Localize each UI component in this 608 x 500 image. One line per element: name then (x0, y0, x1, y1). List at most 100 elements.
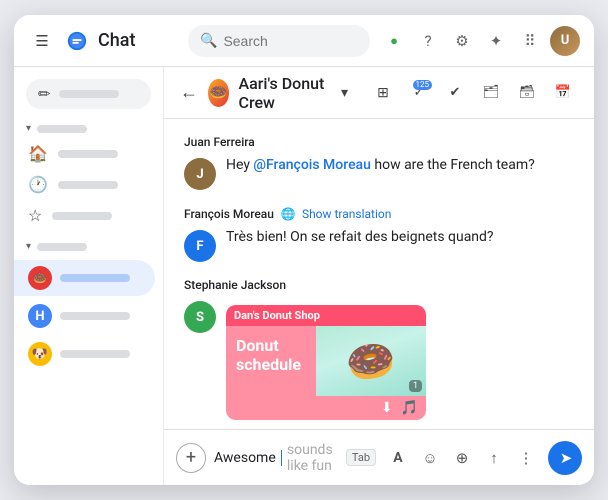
back-button[interactable]: ← (180, 82, 198, 103)
section-label-1 (37, 125, 87, 133)
translation-row: François Moreau 🌐 Show translation (184, 206, 574, 222)
message-row-juan: J Hey @François Moreau how are the Frenc… (184, 156, 574, 190)
avatar-francois: F (184, 230, 216, 262)
section-header-1[interactable]: ▾ (14, 119, 163, 138)
attach-file-button[interactable]: ⊕ (448, 444, 476, 472)
image-card-headline: Donut schedule (236, 336, 306, 374)
google-chat-logo (66, 30, 88, 52)
check-icon: ✔ (450, 85, 461, 100)
group-avatar: 🍩 (208, 79, 229, 107)
image-card-text-side: Donut schedule (226, 326, 316, 396)
chat-title-dropdown-icon[interactable]: ▾ (341, 85, 348, 101)
messages-area: Juan Ferreira J Hey @François Moreau how… (164, 119, 594, 429)
topbar: ☰ Chat 🔍 ● ? ⚙ ✦ (14, 15, 594, 67)
star-icon: ☆ (28, 206, 42, 225)
video-call-button[interactable]: ⊞ (368, 78, 398, 108)
image-card-header: Dan's Donut Shop (226, 305, 426, 326)
chat-list: 🍩 H 🐶 (14, 260, 163, 372)
format-text-button[interactable]: A (384, 444, 412, 472)
message-input-area[interactable]: Awesome sounds like fun Tab (214, 442, 376, 474)
chat-header: ← 🍩 Aari's Donut Crew ▾ ⊞ ✓ 125 ✔ (164, 67, 594, 119)
avatar-inner-francois: F (184, 230, 216, 262)
show-translation-link[interactable]: Show translation (302, 207, 391, 221)
msg-content-juan: Hey @François Moreau how are the French … (226, 156, 574, 176)
check-button[interactable]: ✔ (440, 78, 470, 108)
avatar-juan: J (184, 158, 216, 190)
compose-button[interactable]: ✏ (26, 79, 151, 109)
sidebar-nav-starred[interactable]: ☆ (14, 200, 155, 231)
sidebar-nav-recent[interactable]: 🕐 (14, 169, 155, 200)
msg-text-juan: Hey @François Moreau how are the French … (226, 156, 574, 176)
topbar-left: ☰ Chat (28, 27, 178, 55)
image-card-body: Donut schedule 🍩 1 (226, 326, 426, 396)
msg-text-after-mention: how are the French team? (371, 157, 535, 173)
sender-name-juan: Juan Ferreira (184, 135, 574, 149)
image-card-donut-side: 🍩 1 (316, 326, 426, 396)
image-card-download-icon[interactable]: ⬇ (381, 400, 393, 416)
msg-content-stephanie: Dan's Donut Shop Donut schedule 🍩 1 (226, 299, 574, 420)
avatar-inner-juan: J (184, 158, 216, 190)
send-icon: ➤ (560, 449, 573, 467)
chat-label-aari (60, 274, 130, 282)
emoji-button[interactable]: ☺ (416, 444, 444, 472)
section-header-2[interactable]: ▾ (14, 237, 163, 256)
folder-button[interactable]: 🗂 (476, 78, 506, 108)
avatar-stephanie: S (184, 301, 216, 333)
tasks-button[interactable]: ✓ 125 (404, 78, 434, 108)
chat-item-h[interactable]: H (14, 298, 155, 334)
archive-button[interactable]: 🗃 (512, 78, 542, 108)
sender-name-francois: François Moreau (184, 207, 274, 221)
search-input[interactable] (223, 33, 358, 49)
msg-text-before-mention: Hey (226, 157, 253, 173)
add-attachment-button[interactable]: + (176, 443, 206, 473)
calendar-button[interactable]: 📅 (548, 78, 578, 108)
search-bar[interactable]: 🔍 (188, 25, 370, 57)
help-button[interactable]: ? (414, 27, 442, 55)
header-action-icons: ⊞ ✓ 125 ✔ 🗂 🗃 📅 (368, 78, 578, 108)
hamburger-menu-button[interactable]: ☰ (28, 27, 56, 55)
tab-key-hint[interactable]: Tab (346, 449, 376, 466)
settings-button[interactable]: ⚙ (448, 27, 476, 55)
search-icon: 🔍 (200, 33, 217, 49)
sparkle-button[interactable]: ✦ (482, 27, 510, 55)
message-group-francois: François Moreau 🌐 Show translation F Trè… (184, 206, 574, 262)
sender-name-stephanie: Stephanie Jackson (184, 278, 574, 292)
message-row-stephanie: S Dan's Donut Shop Donut schedule (184, 299, 574, 420)
app-title: Chat (98, 30, 135, 51)
compose-icon: ✏ (38, 85, 51, 103)
message-cursor (281, 450, 282, 466)
section-label-2 (37, 243, 87, 251)
status-indicator[interactable]: ● (380, 27, 408, 55)
chat-item-aari[interactable]: 🍩 (14, 260, 155, 296)
image-card-badge: 1 (409, 380, 422, 392)
chat-title: Aari's Donut Crew (239, 74, 331, 112)
msg-content-francois: Très bien! On se refait des beignets qua… (226, 228, 574, 248)
clock-icon: 🕐 (28, 175, 48, 194)
topbar-icons: ● ? ⚙ ✦ ⠿ U (380, 26, 580, 56)
chat-item-dog[interactable]: 🐶 (14, 336, 155, 372)
msg-text-francois: Très bien! On se refait des beignets qua… (226, 228, 574, 248)
video-icon: ⊞ (377, 85, 389, 101)
archive-icon: 🗃 (519, 85, 536, 100)
format-text-icon: A (393, 450, 402, 466)
chat-area: ← 🍩 Aari's Donut Crew ▾ ⊞ ✓ 125 ✔ (164, 67, 594, 485)
apps-button[interactable]: ⠿ (516, 27, 544, 55)
image-card-mic-icon[interactable]: 🎵 (401, 400, 418, 416)
attach-icon: ⊕ (456, 449, 469, 467)
upload-button[interactable]: ↑ (480, 444, 508, 472)
section-arrow-1: ▾ (26, 123, 31, 134)
tasks-badge: 125 (413, 80, 433, 90)
message-row-francois: F Très bien! On se refait des beignets q… (184, 228, 574, 262)
compose-label (59, 90, 119, 98)
image-card: Dan's Donut Shop Donut schedule 🍩 1 (226, 305, 426, 420)
sidebar-nav-home[interactable]: 🏠 (14, 138, 155, 169)
more-options-button[interactable]: ⋮ (512, 444, 540, 472)
user-avatar[interactable]: U (550, 26, 580, 56)
send-button[interactable]: ➤ (548, 441, 582, 475)
home-icon: 🏠 (28, 144, 48, 163)
emoji-icon: ☺ (422, 449, 437, 467)
chat-label-h (60, 312, 130, 320)
chat-avatar-dog: 🐶 (28, 342, 52, 366)
more-icon: ⋮ (519, 449, 534, 467)
message-suggestion: sounds like fun (287, 442, 340, 474)
